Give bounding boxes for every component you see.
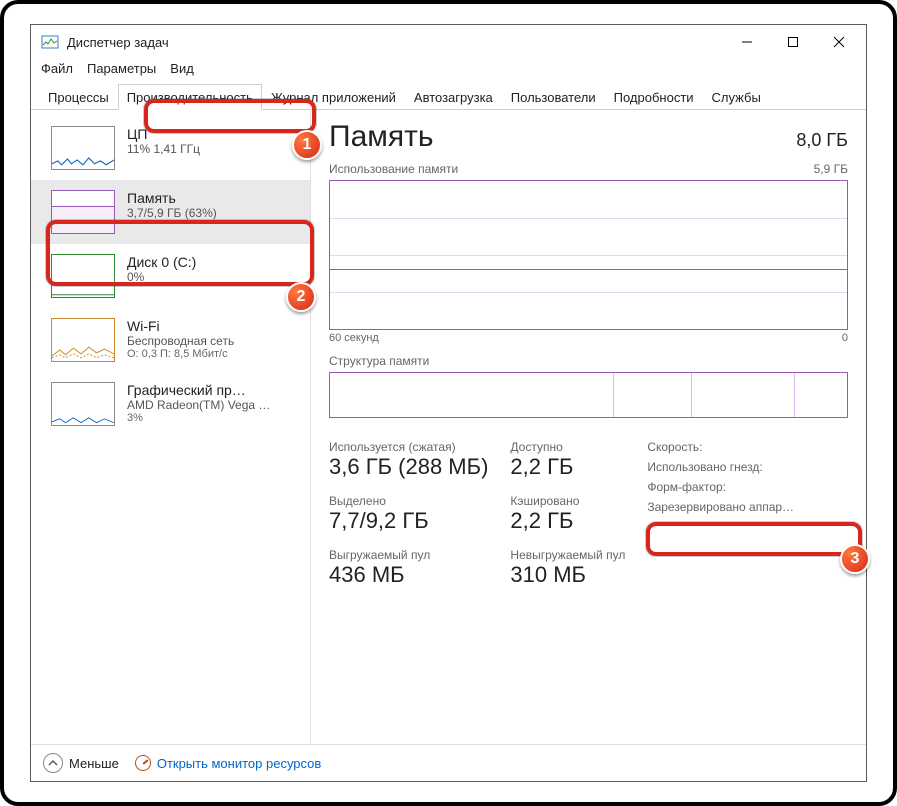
disk-title: Диск 0 (C:) bbox=[127, 254, 196, 270]
available-label: Доступно bbox=[510, 440, 625, 454]
tab-users[interactable]: Пользователи bbox=[502, 84, 605, 109]
tab-app-history[interactable]: Журнал приложений bbox=[262, 84, 405, 109]
chevron-up-icon bbox=[43, 753, 63, 773]
menubar: Файл Параметры Вид bbox=[31, 59, 866, 82]
usage-label: Использование памяти bbox=[329, 162, 458, 176]
x-axis-right: 0 bbox=[842, 332, 848, 344]
menu-file[interactable]: Файл bbox=[41, 61, 73, 76]
paged-pool-value: 436 МБ bbox=[329, 562, 488, 588]
open-resource-monitor-link[interactable]: Открыть монитор ресурсов bbox=[135, 755, 321, 771]
sidebar-item-gpu[interactable]: Графический пр… AMD Radeon(TM) Vega … 3% bbox=[31, 372, 310, 436]
main-panel: Память 8,0 ГБ Использование памяти 5,9 Г… bbox=[311, 110, 866, 744]
nonpaged-pool-value: 310 МБ bbox=[510, 562, 625, 588]
committed-label: Выделено bbox=[329, 494, 488, 508]
tab-performance[interactable]: Производительность bbox=[118, 84, 262, 110]
total-memory: 8,0 ГБ bbox=[796, 130, 848, 151]
tabs: Процессы Производительность Журнал прило… bbox=[31, 82, 866, 110]
x-axis-left: 60 секунд bbox=[329, 332, 379, 344]
memory-usage-chart bbox=[329, 180, 848, 330]
nonpaged-pool-label: Невыгружаемый пул bbox=[510, 548, 625, 562]
cpu-title: ЦП bbox=[127, 126, 200, 142]
fewer-details-button[interactable]: Меньше bbox=[43, 753, 119, 773]
wifi-sub2: О: 0,3 П: 8,5 Мбит/с bbox=[127, 348, 234, 360]
sidebar-item-wifi[interactable]: Wi-Fi Беспроводная сеть О: 0,3 П: 8,5 Мб… bbox=[31, 308, 310, 372]
wifi-title: Wi-Fi bbox=[127, 318, 234, 334]
sidebar-item-disk0[interactable]: Диск 0 (C:) 0% bbox=[31, 244, 310, 308]
form-factor-label: Форм-фактор: bbox=[647, 480, 848, 494]
gpu-sub: AMD Radeon(TM) Vega … bbox=[127, 398, 270, 412]
fewer-label: Меньше bbox=[69, 756, 119, 771]
footer: Меньше Открыть монитор ресурсов bbox=[31, 744, 866, 781]
app-icon bbox=[41, 33, 59, 51]
cpu-thumb bbox=[51, 126, 115, 170]
memory-composition-chart bbox=[329, 372, 848, 418]
memory-thumb bbox=[51, 190, 115, 234]
committed-value: 7,7/9,2 ГБ bbox=[329, 508, 488, 534]
tab-details[interactable]: Подробности bbox=[605, 84, 703, 109]
gpu-thumb bbox=[51, 382, 115, 426]
sidebar: ЦП 11% 1,41 ГГц Память 3,7/5,9 ГБ (63%) bbox=[31, 110, 311, 744]
cpu-sub: 11% 1,41 ГГц bbox=[127, 142, 200, 156]
sidebar-item-cpu[interactable]: ЦП 11% 1,41 ГГц bbox=[31, 116, 310, 180]
resource-monitor-label: Открыть монитор ресурсов bbox=[157, 756, 321, 771]
in-use-label: Используется (сжатая) bbox=[329, 440, 488, 454]
minimize-button[interactable] bbox=[724, 27, 770, 57]
gpu-sub2: 3% bbox=[127, 412, 270, 424]
cached-label: Кэшировано bbox=[510, 494, 625, 508]
menu-options[interactable]: Параметры bbox=[87, 61, 156, 76]
tab-processes[interactable]: Процессы bbox=[39, 84, 118, 109]
wifi-sub: Беспроводная сеть bbox=[127, 334, 234, 348]
gpu-title: Графический пр… bbox=[127, 382, 270, 398]
composition-label: Структура памяти bbox=[329, 354, 848, 368]
usage-max: 5,9 ГБ bbox=[814, 162, 848, 176]
menu-view[interactable]: Вид bbox=[170, 61, 194, 76]
tab-startup[interactable]: Автозагрузка bbox=[405, 84, 502, 109]
resource-monitor-icon bbox=[135, 755, 151, 771]
available-value: 2,2 ГБ bbox=[510, 454, 625, 480]
in-use-value: 3,6 ГБ (288 МБ) bbox=[329, 454, 488, 480]
page-title: Память bbox=[329, 120, 434, 154]
memory-sub: 3,7/5,9 ГБ (63%) bbox=[127, 206, 217, 220]
sidebar-item-memory[interactable]: Память 3,7/5,9 ГБ (63%) bbox=[31, 180, 310, 244]
paged-pool-label: Выгружаемый пул bbox=[329, 548, 488, 562]
speed-label: Скорость: bbox=[647, 440, 848, 454]
cached-value: 2,2 ГБ bbox=[510, 508, 625, 534]
memory-title: Память bbox=[127, 190, 217, 206]
task-manager-window: Диспетчер задач Файл Параметры Вид Проце… bbox=[30, 24, 867, 782]
disk-sub: 0% bbox=[127, 270, 196, 284]
hw-reserved-label: Зарезервировано аппар… bbox=[647, 500, 848, 514]
tab-services[interactable]: Службы bbox=[703, 84, 770, 109]
disk-thumb bbox=[51, 254, 115, 298]
window-title: Диспетчер задач bbox=[67, 35, 169, 50]
titlebar: Диспетчер задач bbox=[31, 25, 866, 59]
close-button[interactable] bbox=[816, 27, 862, 57]
wifi-thumb bbox=[51, 318, 115, 362]
slots-label: Использовано гнезд: bbox=[647, 460, 848, 474]
maximize-button[interactable] bbox=[770, 27, 816, 57]
